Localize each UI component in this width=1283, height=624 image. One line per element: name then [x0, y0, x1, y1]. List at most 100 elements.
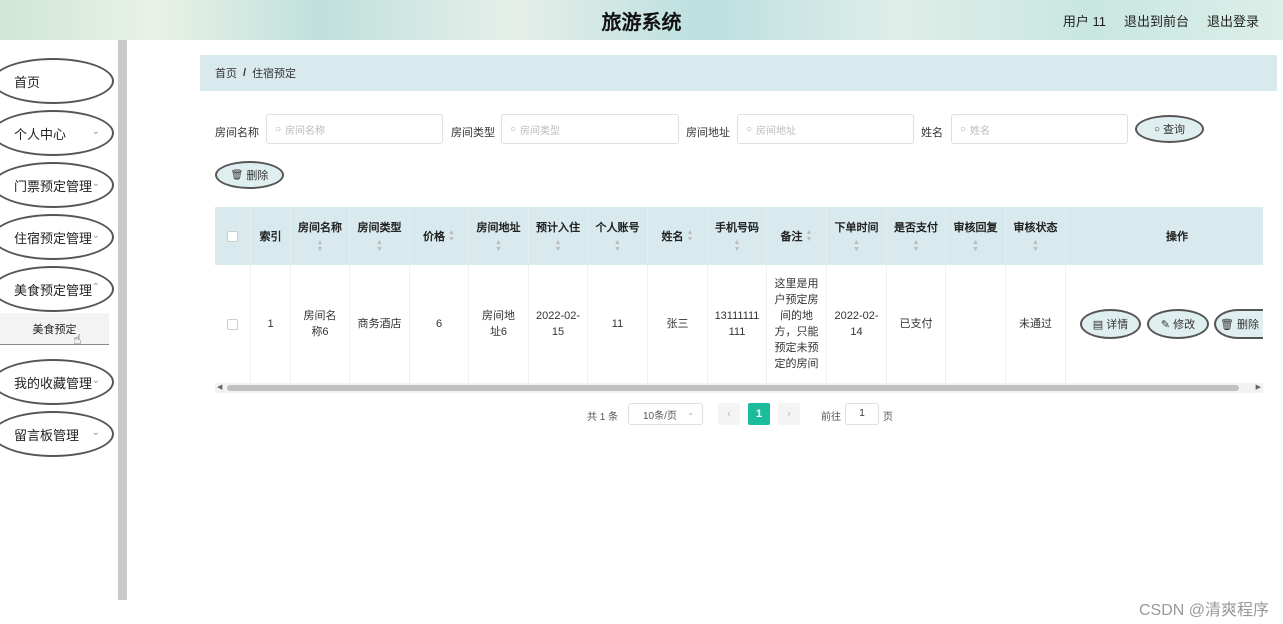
watermark: CSDN @清爽程序	[1138, 602, 1269, 619]
sidebar-item-label: 首页	[14, 74, 41, 90]
col-price[interactable]: 价格 ▲ ▼	[410, 207, 469, 265]
goto-label: 前往	[821, 412, 841, 423]
room-address-input[interactable]: ○ 房间地址	[737, 114, 914, 144]
col-phone[interactable]: 手机号码 ▲ ▼	[708, 207, 767, 265]
sidebar-item-message-board[interactable]: 留言板管理 ⌄	[0, 411, 114, 457]
chevron-down-icon: ⌄	[91, 126, 100, 137]
scrollbar-thumb[interactable]	[227, 385, 1239, 391]
sort-icon: ▲ ▼	[376, 239, 383, 253]
col-remark[interactable]: 备注 ▲ ▼	[767, 207, 827, 265]
row-delete-label: 删除	[1236, 319, 1259, 331]
sidebar-item-food-booking[interactable]: 美食预定管理 ⌃	[0, 266, 114, 312]
row-select-cell	[215, 265, 251, 383]
current-user: 用户 11	[1062, 14, 1106, 29]
cell-account: 11	[588, 265, 648, 383]
sidebar-scrollbar[interactable]	[118, 40, 127, 600]
delete-selected-button[interactable]: 🗑 删除	[215, 161, 284, 189]
col-paid[interactable]: 是否支付 ▲ ▼	[887, 207, 946, 265]
chevron-right-icon: ›	[787, 408, 791, 420]
col-account[interactable]: 个人账号 ▲ ▼	[588, 207, 648, 265]
document-icon: ▤	[1092, 318, 1104, 331]
sidebar-item-home[interactable]: 首页	[0, 58, 114, 104]
col-account-label: 个人账号	[595, 222, 640, 234]
sidebar-item-lodging-booking[interactable]: 住宿预定管理 ⌄	[0, 214, 114, 260]
sidebar-item-favorites[interactable]: 我的收藏管理 ⌄	[0, 359, 114, 405]
chevron-down-icon: ⌄	[91, 427, 100, 438]
select-all-checkbox[interactable]	[227, 230, 238, 242]
col-room-name-label: 房间名称	[298, 222, 342, 234]
room-name-input[interactable]: ○ 房间名称	[266, 114, 443, 144]
query-button[interactable]: ○ 查询	[1135, 115, 1204, 143]
cell-reply	[946, 265, 1006, 383]
header-links: 用户 11 退出到前台 退出登录	[1063, 11, 1259, 30]
col-price-label: 价格	[423, 231, 446, 243]
scroll-left-icon[interactable]: ◀	[217, 383, 222, 391]
page-size-select[interactable]: 10条/页 ⌄	[628, 403, 703, 425]
next-page-button[interactable]: ›	[778, 403, 800, 425]
sort-icon: ▲ ▼	[316, 239, 324, 253]
breadcrumb-separator: /	[243, 67, 247, 79]
col-room-address-label: 房间地址	[476, 222, 521, 234]
name-input[interactable]: ○ 姓名	[951, 114, 1128, 144]
scroll-right-icon[interactable]: ▶	[1256, 383, 1261, 391]
top-header: 旅游系统 用户 11 退出到前台 退出登录	[0, 0, 1283, 40]
col-phone-label: 手机号码	[715, 222, 759, 234]
table-header: 索引 房间名称 ▲ ▼ 房间类型 ▲ ▼ 价格 ▲ ▼ 房间地址 ▲ ▼ 预计入住 ▲ ▼ 个人账号…	[215, 207, 1263, 265]
sidebar-item-label: 个人中心	[14, 126, 67, 142]
logout-link[interactable]: 退出登录	[1207, 11, 1259, 30]
col-status[interactable]: 审核状态 ▲ ▼	[1006, 207, 1066, 265]
chevron-up-icon: ⌃	[91, 282, 100, 293]
cell-remark: 这里是用户预定房间的地方，只能预定未预定的房间	[767, 265, 827, 383]
sort-icon: ▲ ▼	[805, 229, 813, 243]
sidebar-item-personal-center[interactable]: 个人中心 ⌄	[0, 110, 114, 156]
cell-name: 张三	[648, 265, 708, 383]
col-reply-label: 审核回复	[953, 222, 998, 234]
sort-icon: ▲ ▼	[448, 229, 455, 243]
col-room-address[interactable]: 房间地址 ▲ ▼	[469, 207, 529, 265]
row-checkbox[interactable]	[227, 318, 238, 330]
breadcrumb-home[interactable]: 首页	[215, 65, 237, 81]
room-name-label: 房间名称	[215, 127, 259, 139]
room-type-placeholder: 房间类型	[520, 125, 561, 137]
search-icon: ○	[510, 123, 517, 135]
back-to-front-link[interactable]: 退出到前台	[1124, 11, 1189, 30]
table-horizontal-scrollbar[interactable]: ◀ ▶	[215, 383, 1263, 393]
edit-button-label: 修改	[1173, 319, 1196, 331]
goto-page-input[interactable]: 1	[845, 403, 879, 425]
col-checkin[interactable]: 预计入住 ▲ ▼	[529, 207, 588, 265]
col-name[interactable]: 姓名 ▲ ▼	[648, 207, 708, 265]
search-icon: ○	[960, 123, 967, 135]
sidebar-subitem-food-booking[interactable]: 美食预定	[0, 313, 109, 345]
detail-button[interactable]: ▤ 详情	[1080, 309, 1141, 339]
sidebar-item-label: 我的收藏管理	[14, 375, 93, 391]
sort-icon: ▲ ▼	[972, 239, 979, 253]
cell-checkin: 2022-02-15	[529, 265, 588, 383]
prev-page-button[interactable]: ‹	[718, 403, 740, 425]
sidebar-item-label: 留言板管理	[14, 427, 80, 443]
sort-icon: ▲ ▼	[614, 239, 621, 253]
col-actions: 操作	[1066, 207, 1263, 265]
sort-icon: ▲ ▼	[1032, 239, 1039, 253]
sort-icon: ▲ ▼	[853, 239, 860, 253]
cell-paid: 已支付	[887, 265, 946, 383]
edit-button[interactable]: ✎ 修改	[1147, 309, 1209, 339]
trash-icon: 🗑	[1220, 318, 1234, 331]
col-room-type-label: 房间类型	[357, 222, 402, 234]
col-reply[interactable]: 审核回复 ▲ ▼	[946, 207, 1006, 265]
row-delete-button[interactable]: 🗑 删除	[1214, 309, 1263, 339]
col-order-time[interactable]: 下单时间 ▲ ▼	[827, 207, 887, 265]
cell-room-type: 商务酒店	[350, 265, 410, 383]
search-icon: ○	[1153, 123, 1161, 135]
sidebar-item-ticket-booking[interactable]: 门票预定管理 ⌄	[0, 162, 114, 208]
col-room-type[interactable]: 房间类型 ▲ ▼	[350, 207, 410, 265]
col-index: 索引	[251, 207, 291, 265]
sidebar: 首页 个人中心 ⌄ 门票预定管理 ⌄ 住宿预定管理 ⌄ 美食预定管理 ⌃ 美食预…	[0, 40, 128, 624]
cell-status: 未通过	[1006, 265, 1066, 383]
breadcrumb-current: 住宿预定	[252, 68, 297, 80]
col-room-name[interactable]: 房间名称 ▲ ▼	[291, 207, 350, 265]
sort-icon: ▲ ▼	[733, 239, 741, 253]
sort-icon: ▲ ▼	[686, 229, 694, 243]
cell-index: 1	[251, 265, 291, 383]
page-number-current[interactable]: 1	[748, 403, 770, 425]
room-type-input[interactable]: ○ 房间类型	[501, 114, 679, 144]
